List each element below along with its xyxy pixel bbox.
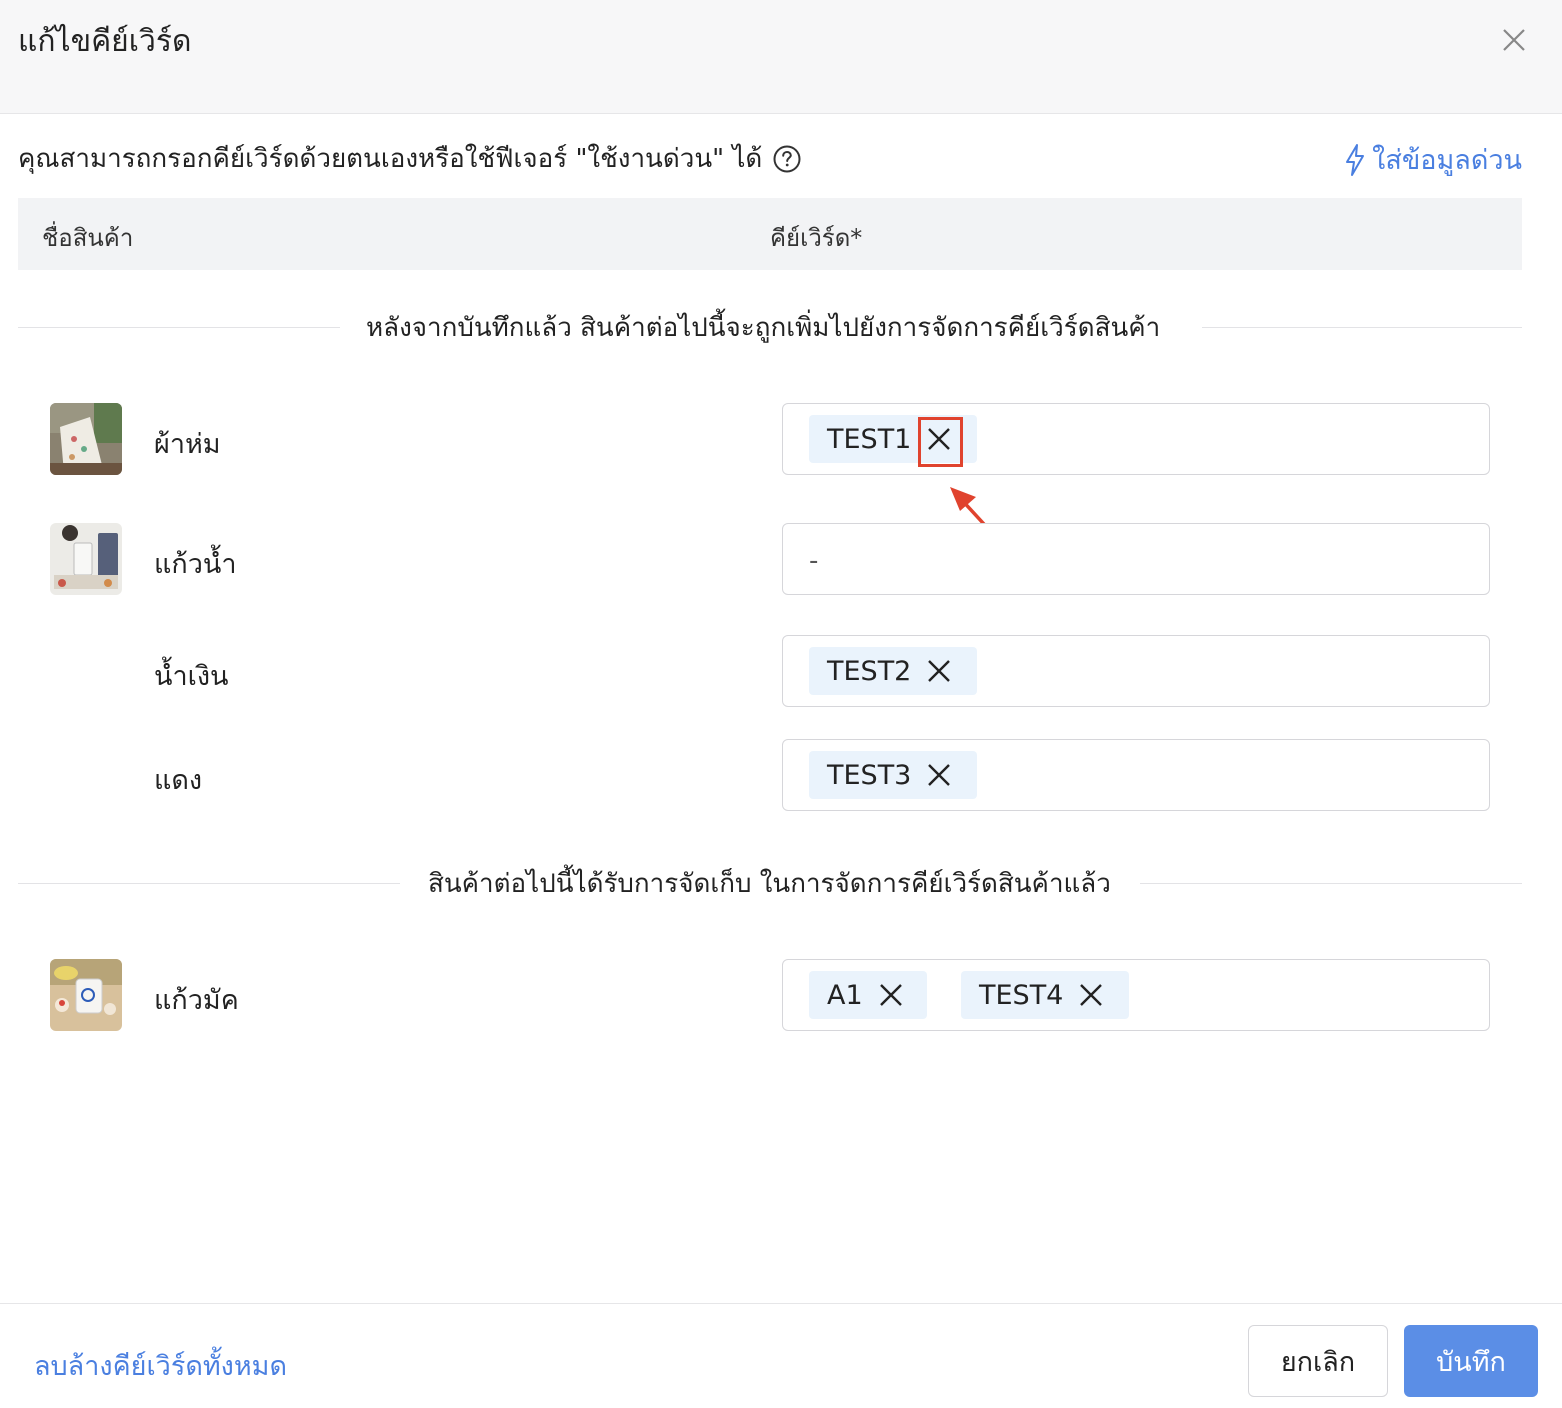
section-label-new: หลังจากบันทึกแล้ว สินค้าต่อไปนี้จะถูกเพิ… (366, 313, 1161, 343)
product-name: แก้วน้ำ (154, 549, 237, 580)
quick-fill-label: ใส่ข้อมูลด่วน (1372, 145, 1522, 176)
product-name: แก้วมัค (154, 985, 239, 1016)
keyword-tag-label: A1 (827, 979, 863, 1011)
section-divider-new: หลังจากบันทึกแล้ว สินค้าต่อไปนี้จะถูกเพิ… (18, 307, 1522, 347)
help-icon[interactable] (772, 144, 802, 174)
divider-line (1202, 327, 1522, 328)
keyword-tag: TEST4 (961, 971, 1129, 1019)
keyword-tag: A1 (809, 971, 927, 1019)
section-label-existing: สินค้าต่อไปนี้ได้รับการจัดเก็บ ในการจัดก… (428, 869, 1111, 899)
remove-tag-icon[interactable] (1077, 981, 1105, 1009)
close-icon[interactable] (1496, 22, 1532, 58)
keyword-input[interactable]: A1 TEST4 (782, 959, 1490, 1031)
remove-tag-icon[interactable] (877, 981, 905, 1009)
col-product-header: ชื่อสินค้า (42, 224, 134, 252)
table-header: ชื่อสินค้า คีย์เวิร์ด* (18, 198, 1522, 270)
save-button[interactable]: บันทึก (1404, 1325, 1538, 1397)
clear-all-keywords-link[interactable]: ลบล้างคีย์เวิร์ดทั้งหมด (34, 1344, 287, 1387)
dialog-header: แก้ไขคีย์เวิร์ด (0, 0, 1562, 114)
keyword-tag-label: TEST4 (979, 979, 1064, 1011)
lightning-icon (1346, 143, 1365, 176)
annotation-highlight-box (918, 417, 963, 467)
keyword-input[interactable]: TEST3 (782, 739, 1490, 811)
keyword-tag-label: TEST3 (827, 759, 912, 791)
divider-line (1140, 883, 1522, 884)
product-name: ผ้าห่ม (154, 429, 221, 460)
empty-value: - (809, 546, 819, 576)
quick-fill-link[interactable]: ใส่ข้อมูลด่วน (1344, 138, 1522, 181)
variant-name: แดง (154, 765, 203, 796)
keyword-input[interactable]: TEST1 (782, 403, 1490, 475)
variant-name: น้ำเงิน (154, 661, 229, 692)
remove-tag-icon[interactable] (925, 657, 953, 685)
keyword-input[interactable]: TEST2 (782, 635, 1490, 707)
keyword-input[interactable]: - (782, 523, 1490, 595)
product-thumbnail (50, 403, 122, 475)
intro-row: คุณสามารถกรอกคีย์เวิร์ดด้วยตนเองหรือใช้ฟ… (18, 138, 802, 179)
product-thumbnail (50, 523, 122, 595)
remove-tag-icon[interactable] (925, 761, 953, 789)
cancel-button[interactable]: ยกเลิก (1248, 1325, 1388, 1397)
keyword-tag-label: TEST2 (827, 655, 912, 687)
keyword-tag-label: TEST1 (827, 423, 912, 455)
dialog-title: แก้ไขคีย์เวิร์ด (18, 24, 192, 59)
product-thumbnail (50, 959, 122, 1031)
keyword-tag: TEST2 (809, 647, 977, 695)
keyword-tag: TEST3 (809, 751, 977, 799)
section-divider-existing: สินค้าต่อไปนี้ได้รับการจัดเก็บ ในการจัดก… (18, 863, 1522, 903)
divider-line (18, 883, 400, 884)
dialog-footer: ลบล้างคีย์เวิร์ดทั้งหมด ยกเลิก บันทึก (0, 1303, 1562, 1408)
col-keyword-header: คีย์เวิร์ด* (770, 224, 863, 252)
divider-line (18, 327, 340, 328)
intro-text: คุณสามารถกรอกคีย์เวิร์ดด้วยตนเองหรือใช้ฟ… (18, 144, 763, 174)
